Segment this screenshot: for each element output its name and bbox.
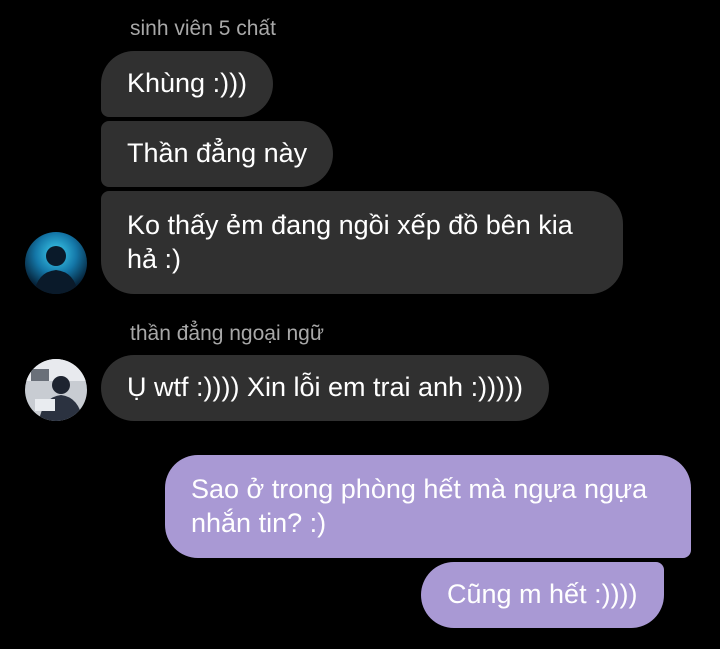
message-text: Ko thấy ẻm đang ngồi xếp đồ bên kia hả :… [127,210,573,274]
message-bubble-incoming[interactable]: Thần đẳng này [101,121,334,187]
message-text: Cũng m hết :)))) [447,579,638,609]
message-text: Thần đẳng này [127,138,308,168]
user-avatar-photo-icon[interactable] [25,359,87,421]
message-bubble-outgoing[interactable]: Cũng m hết :)))) [421,562,664,628]
sender-name: thần đẳng ngoại ngữ [130,322,324,345]
chat-thread[interactable]: sinh viên 5 chất Khùng :))) Thần đẳng nà… [0,0,720,649]
message-text: Sao ở trong phòng hết mà ngựa ngựa nhắn … [191,474,648,538]
message-text: Ụ wtf :)))) Xin lỗi em trai anh :))))) [127,372,524,402]
sender-name: sinh viên 5 chất [130,17,276,40]
user-avatar-silhouette-blue-icon[interactable] [25,232,87,294]
message-bubble-outgoing[interactable]: Sao ở trong phòng hết mà ngựa ngựa nhắn … [165,455,691,558]
message-bubble-incoming[interactable]: Ko thấy ẻm đang ngồi xếp đồ bên kia hả :… [101,191,623,294]
message-bubble-incoming[interactable]: Ụ wtf :)))) Xin lỗi em trai anh :))))) [101,355,550,421]
message-bubble-incoming[interactable]: Khùng :))) [101,51,274,117]
message-text: Khùng :))) [127,68,248,98]
